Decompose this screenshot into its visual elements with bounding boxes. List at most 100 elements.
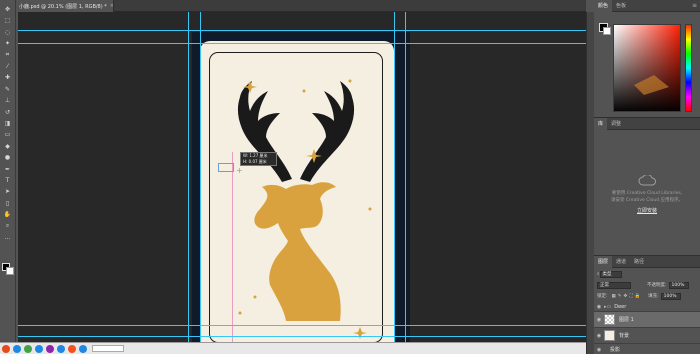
hue-slider[interactable] [685, 24, 692, 112]
sogou-icon[interactable] [2, 344, 10, 353]
layer-row-layer1[interactable]: ◉ 图层 1 [594, 312, 700, 328]
install-now-link[interactable]: 立即安装 [594, 207, 700, 214]
rectangle-icon[interactable]: ▯ [2, 199, 13, 208]
color-panel: 颜色 色板 ≡ [594, 0, 700, 116]
more-tools-icon[interactable]: … [2, 233, 13, 242]
more-icon[interactable] [79, 344, 87, 353]
opacity-label: 不透明度: [647, 283, 667, 288]
libraries-panel-tabs: 库 调整 [594, 117, 700, 130]
path-selection-icon[interactable]: ➤ [2, 187, 13, 196]
layer-filter-row: ⌕ 类型 [597, 269, 697, 279]
mic-icon[interactable] [13, 344, 21, 353]
blend-mode-select[interactable]: 正常 [597, 281, 631, 289]
document-title: 小鹿.psd @ 20.1% (图层 1, RGB/8) * [19, 3, 107, 10]
layers-panel-tabs: 图层 通道 路径 [594, 255, 700, 268]
guide-vertical[interactable] [394, 12, 395, 342]
tab-libraries[interactable]: 库 [594, 117, 608, 130]
tab-layers[interactable]: 图层 [594, 255, 613, 268]
guide-vertical[interactable] [405, 12, 406, 342]
guide-horizontal[interactable] [18, 30, 588, 31]
blur-icon[interactable]: ◆ [2, 142, 13, 151]
creative-cloud-icon [638, 175, 656, 186]
dodge-icon[interactable]: ● [2, 153, 13, 162]
tab-paths[interactable]: 路径 [630, 256, 648, 268]
opacity-input[interactable]: 100% [668, 281, 689, 289]
magic-wand-icon[interactable]: ✦ [2, 39, 13, 48]
tab-color[interactable]: 颜色 [594, 0, 613, 12]
blend-row: 正常 不透明度: 100% [597, 280, 697, 290]
healing-brush-icon[interactable]: ✚ [2, 73, 13, 82]
background-color-swatch[interactable] [6, 267, 14, 275]
lock-icons[interactable]: ▦✎✥⛶🔒 [612, 293, 643, 299]
move-icon[interactable]: ✥ [2, 5, 13, 14]
fill-input[interactable]: 100% [660, 292, 681, 300]
guide-vertical[interactable] [200, 12, 201, 342]
fill-label: 填充: [648, 294, 659, 299]
eyedropper-icon[interactable]: ⁄ [2, 62, 13, 71]
visibility-eye-icon[interactable]: ◉ [594, 347, 604, 353]
history-brush-icon[interactable]: ↺ [2, 108, 13, 117]
crop-icon[interactable]: ⌗ [2, 51, 13, 60]
lock-label: 锁定: [597, 294, 608, 299]
menu-icon[interactable] [68, 344, 76, 353]
guide-vertical[interactable] [188, 12, 189, 342]
ime-status-bar [0, 342, 586, 354]
marquee-icon[interactable]: ⬚ [2, 16, 13, 25]
layer-row-deer-group[interactable]: ◉ ▸▭ Deer [594, 302, 700, 312]
visibility-eye-icon[interactable]: ◉ [594, 317, 604, 323]
pen-icon[interactable]: ✒ [2, 165, 13, 174]
smart-guide [232, 152, 233, 342]
keyboard-icon[interactable] [35, 344, 43, 353]
document-tab[interactable]: 小鹿.psd @ 20.1% (图层 1, RGB/8) * × [16, 0, 114, 12]
selection-box[interactable] [218, 163, 234, 172]
layer-row-background[interactable]: ◉ 背景 [594, 328, 700, 344]
lock-row: 锁定: ▦✎✥⛶🔒 填充: 100% [597, 291, 697, 301]
guide-horizontal[interactable] [18, 43, 588, 44]
close-tab-icon[interactable]: × [110, 3, 113, 9]
tab-swatches[interactable]: 色板 [612, 0, 630, 12]
antlers [237, 81, 355, 182]
ime-input-field[interactable] [92, 345, 124, 352]
layer-filter-select[interactable]: 类型 [599, 270, 622, 278]
panel-menu-icon[interactable]: ≡ [692, 2, 697, 9]
transform-tooltip: W: 1.27 厘米 H: 0.07 厘米 [240, 152, 277, 166]
gradient-icon[interactable]: ▭ [2, 130, 13, 139]
crosshair-icon: + [236, 166, 243, 175]
color-picker-field[interactable] [613, 24, 681, 112]
layer-name: 投影 [610, 347, 621, 353]
eraser-icon[interactable]: ◨ [2, 119, 13, 128]
layers-panel: 图层 通道 路径 ⌕ 类型 正常 不透明度: 100% 锁定: ▦✎✥⛶🔒 填充… [594, 255, 700, 354]
layer-name: Deer [614, 303, 627, 310]
clone-stamp-icon[interactable]: ⊥ [2, 96, 13, 105]
brush-icon[interactable]: ✎ [2, 85, 13, 94]
hand-icon[interactable]: ✋ [2, 210, 13, 219]
zoom-icon[interactable]: ⌕ [2, 222, 13, 231]
color-panel-tabs: 颜色 色板 ≡ [594, 0, 700, 12]
skin-icon[interactable] [46, 344, 54, 353]
canvas-area[interactable]: + W: 1.27 厘米 H: 0.07 厘米 [18, 12, 588, 342]
lasso-icon[interactable]: ◌ [2, 28, 13, 37]
document-tab-bar: 小鹿.psd @ 20.1% (图层 1, RGB/8) * × [16, 0, 586, 12]
folder-icon: ▸▭ [604, 303, 612, 310]
libraries-panel: 库 调整 要使用 Creative Cloud Libraries, 请安装 C… [594, 117, 700, 254]
type-icon[interactable]: T [2, 176, 13, 185]
bg-color-chip[interactable] [603, 27, 611, 35]
visibility-eye-icon[interactable]: ◉ [594, 333, 604, 339]
library-message-line2: 请安装 Creative Cloud 应用程序。 [610, 198, 683, 203]
layer-thumbnail [604, 314, 615, 325]
deer-head [254, 182, 341, 321]
tools-panel: ✥ ⬚ ◌ ✦ ⌗ ⁄ ✚ ✎ ⊥ ↺ ◨ ▭ ◆ ● ✒ T ➤ ▯ ✋ ⌕ … [0, 0, 16, 354]
tooltip-height: H: 0.07 厘米 [243, 159, 267, 164]
guide-horizontal[interactable] [18, 336, 588, 337]
layer-row-effect[interactable]: ◉ 投影 [594, 344, 700, 354]
library-message-line1: 要使用 Creative Cloud Libraries, [611, 191, 683, 196]
layer-name: 图层 1 [619, 317, 634, 323]
visibility-eye-icon[interactable]: ◉ [594, 304, 604, 310]
guide-horizontal[interactable] [18, 325, 588, 326]
emoji-icon[interactable] [24, 344, 32, 353]
tab-adjustments[interactable]: 调整 [607, 118, 625, 130]
user-icon[interactable] [57, 344, 65, 353]
deer-artwork[interactable] [200, 41, 394, 342]
tab-channels[interactable]: 通道 [612, 256, 630, 268]
color-swatches[interactable] [2, 263, 14, 275]
